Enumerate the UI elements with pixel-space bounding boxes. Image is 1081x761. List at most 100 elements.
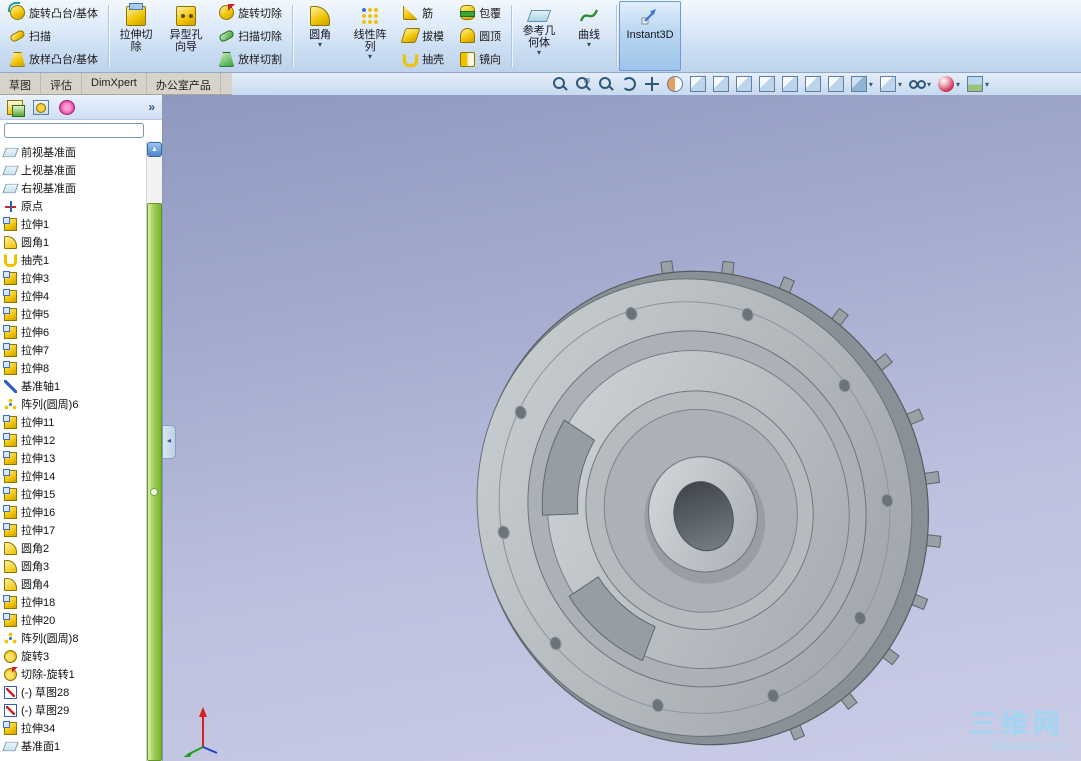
view-toolbar-button[interactable]: ▾ [937,76,960,92]
feature-tree-item[interactable]: 上视基准面 [0,161,146,179]
feature-tree-item[interactable]: 旋转3 [0,647,146,665]
view-toolbar-button[interactable] [712,76,729,92]
propertymanager-tab-icon[interactable] [33,99,49,115]
feature-tree-item[interactable]: 切除-旋转1 [0,665,146,683]
watermark-subtitle: 3dportal.cn [989,738,1065,753]
feature-tree-item[interactable]: 拉伸18 [0,593,146,611]
view-toolbar-button[interactable]: ▾ [908,76,931,92]
feature-tree-item[interactable]: 拉伸7 [0,341,146,359]
feature-tree-item-label: 拉伸7 [21,345,50,357]
view-toolbar-button[interactable] [621,76,637,92]
revolved-boss-button[interactable]: 旋转凸台/基体 [4,1,104,24]
features-ribbon: 旋转凸台/基体 扫描 放样凸台/基体 拉伸切除 异型孔向导 旋转切除 扫描切除 … [0,0,1081,73]
view-toolbar-button[interactable] [804,76,821,92]
wrap-button[interactable]: 包覆 [454,1,507,24]
feature-tree-item[interactable]: 拉伸14 [0,467,146,485]
lofted-boss-button[interactable]: 放样凸台/基体 [4,48,104,71]
reference-geometry-button[interactable]: 参考几何体 ▾ [514,1,564,71]
feature-tree-item[interactable]: 拉伸8 [0,359,146,377]
instant3d-button[interactable]: Instant3D [619,1,682,71]
feature-tree-item[interactable]: 拉伸4 [0,287,146,305]
mirror-button[interactable]: 镜向 [454,48,507,71]
feature-tree-item[interactable]: 基准面1 [0,737,146,755]
reference-geometry-dropdown-arrow[interactable]: ▾ [537,49,541,57]
feature-tree-item[interactable]: 拉伸16 [0,503,146,521]
feature-tree-item[interactable]: 拉伸34 [0,719,146,737]
lofted-cut-button[interactable]: 放样切割 [213,48,288,71]
feature-tree-item[interactable]: 阵列(圆周)6 [0,395,146,413]
view-toolbar-dropdown-arrow[interactable]: ▾ [985,80,989,89]
view-toolbar-dropdown-arrow[interactable]: ▾ [927,80,931,89]
view-toolbar-button[interactable] [758,76,775,92]
view-toolbar-dropdown-arrow[interactable]: ▾ [956,80,960,89]
view-toolbar-button[interactable] [781,76,798,92]
feature-tree-item[interactable]: 原点 [0,197,146,215]
feature-tree-item[interactable]: 拉伸6 [0,323,146,341]
feature-tree-item[interactable]: 拉伸17 [0,521,146,539]
rib-button[interactable]: 筋 [397,1,450,24]
tree-scroll-up-button[interactable]: ▲ [147,142,162,157]
hole-wizard-button[interactable]: 异型孔向导 [161,1,211,71]
linear-pattern-button[interactable]: 线性阵列 ▾ [345,1,395,71]
feature-tree-item[interactable]: 拉伸12 [0,431,146,449]
curves-button[interactable]: 曲线 ▾ [564,1,614,71]
curves-dropdown-arrow[interactable]: ▾ [587,41,591,49]
configurationmanager-tab-icon[interactable] [59,99,75,115]
view-toolbar-button[interactable] [643,76,660,92]
feature-tree-item[interactable]: 圆角4 [0,575,146,593]
view-toolbar-button[interactable] [827,76,844,92]
revolved-cut-button[interactable]: 旋转切除 [213,1,288,24]
feature-tree-item[interactable]: (-) 草图28 [0,683,146,701]
fillet-icon [4,559,17,573]
feature-tree-item[interactable]: 圆角3 [0,557,146,575]
view-toolbar-button[interactable]: ▾ [879,76,902,92]
feature-tree-item[interactable]: 拉伸15 [0,485,146,503]
swept-cut-button[interactable]: 扫描切除 [213,24,288,47]
dome-button[interactable]: 圆顶 [454,24,507,47]
tree-filter-input[interactable] [4,123,144,138]
feature-tree-item[interactable]: 前视基准面 [0,143,146,161]
panel-overflow-chevron[interactable]: » [148,100,155,114]
feature-tree-item[interactable]: 拉伸1 [0,215,146,233]
view-toolbar-dropdown-arrow[interactable]: ▾ [869,80,873,89]
view-toolbar-button[interactable] [689,76,706,92]
feature-tree-item-label: 拉伸13 [21,453,56,465]
feature-tree-item[interactable]: 拉伸5 [0,305,146,323]
view-toolbar-button[interactable]: ▾ [966,76,989,92]
ribbon-tab[interactable]: 办公室产品 [147,73,221,94]
view-toolbar-button[interactable]: ▾ [850,76,873,92]
swept-boss-button[interactable]: 扫描 [4,24,104,47]
ribbon-tab[interactable]: 评估 [41,73,82,94]
fillet-button[interactable]: 圆角 ▾ [295,1,345,71]
view-toolbar-button[interactable] [666,76,683,92]
feature-tree-item[interactable]: 基准轴1 [0,377,146,395]
view-toolbar-dropdown-arrow[interactable]: ▾ [898,80,902,89]
feature-tree-item[interactable]: (-) 草图29 [0,701,146,719]
tree-scrollbar-thumb[interactable] [147,203,162,761]
draft-button[interactable]: 拔模 [397,24,450,47]
extrude-icon [3,612,17,627]
ribbon-tab[interactable]: 草图 [0,73,41,94]
fillet-dropdown-arrow[interactable]: ▾ [318,41,322,49]
panel-collapse-button[interactable]: ◂ [163,425,176,459]
feature-tree-item[interactable]: 圆角2 [0,539,146,557]
view-toolbar-button[interactable] [735,76,752,92]
ribbon-tab[interactable]: DimXpert [82,73,147,94]
feature-tree-item[interactable]: 拉伸13 [0,449,146,467]
shell-button[interactable]: 抽壳 [397,48,450,71]
view-toolbar-button[interactable] [552,76,568,92]
extruded-cut-button[interactable]: 拉伸切除 [111,1,161,71]
view-toolbar-button[interactable] [574,76,591,92]
feature-tree-item[interactable]: 右视基准面 [0,179,146,197]
feature-tree-item[interactable]: 抽壳1 [0,251,146,269]
feature-tree-item[interactable]: 阵列(圆周)8 [0,629,146,647]
feature-tree-item[interactable]: 拉伸20 [0,611,146,629]
featuremanager-tab-icon[interactable] [7,99,25,117]
graphics-viewport[interactable]: 三维网 3dportal.cn [163,95,1081,761]
feature-tree-item[interactable]: 拉伸11 [0,413,146,431]
feature-tree-item[interactable]: 拉伸3 [0,269,146,287]
feature-tree-item[interactable]: 圆角1 [0,233,146,251]
view-toolbar-button[interactable] [598,76,614,92]
splitter-grip[interactable] [150,488,158,496]
linear-pattern-dropdown-arrow[interactable]: ▾ [368,53,372,61]
